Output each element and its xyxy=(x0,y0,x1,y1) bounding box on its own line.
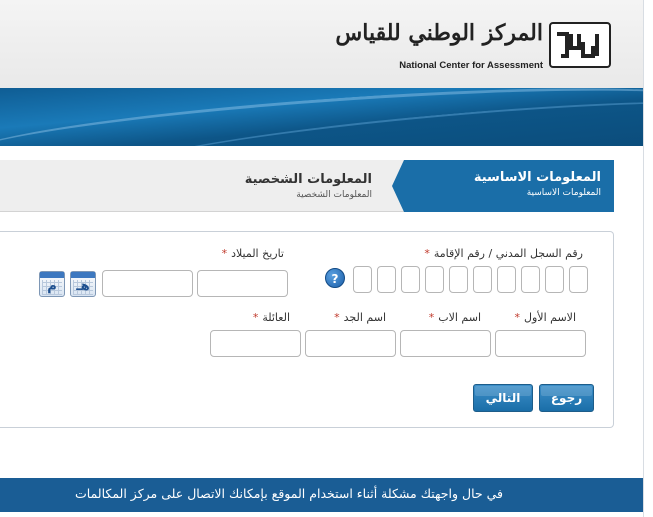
logo-english-text: National Center for Assessment xyxy=(399,60,543,71)
id-digit-input[interactable] xyxy=(377,266,396,293)
step-personal-info-subtitle: المعلومات الشخصية xyxy=(296,190,372,200)
required-mark: * xyxy=(334,311,340,324)
dob-month-input[interactable] xyxy=(102,270,193,297)
id-digit-input[interactable] xyxy=(497,266,516,293)
dob-year-input[interactable] xyxy=(197,270,288,297)
back-button[interactable]: رجوع xyxy=(539,384,594,412)
help-icon[interactable]: ? xyxy=(325,268,345,288)
registration-page: المركز الوطني للقياس National Center for… xyxy=(0,0,643,517)
id-digit-input[interactable] xyxy=(401,266,420,293)
logo-arabic-text: المركز الوطني للقياس xyxy=(335,20,543,46)
nca-logo[interactable]: المركز الوطني للقياس National Center for… xyxy=(335,20,611,76)
required-mark: * xyxy=(221,247,228,260)
right-edge xyxy=(643,0,653,517)
step-basic-info-subtitle: المعلومات الاساسية xyxy=(526,188,601,198)
first-name-input[interactable] xyxy=(495,330,586,357)
site-header: المركز الوطني للقياس National Center for… xyxy=(0,0,643,88)
footer-notice: في حال واجهتك مشكلة أثناء استخدام الموقع… xyxy=(0,478,643,512)
qiyas-logo-mark-icon xyxy=(549,22,611,68)
gregorian-calendar-icon[interactable]: م xyxy=(39,271,65,297)
id-digit-input[interactable] xyxy=(425,266,444,293)
family-name-input[interactable] xyxy=(210,330,301,357)
grandfather-name-label: اسم الجد* xyxy=(334,311,386,324)
required-mark: * xyxy=(424,247,430,260)
grandfather-name-input[interactable] xyxy=(305,330,396,357)
id-digit-input[interactable] xyxy=(473,266,492,293)
required-mark: * xyxy=(428,311,435,324)
dob-label: تاريخ الميلاد* xyxy=(221,247,284,260)
next-button[interactable]: التالي xyxy=(473,384,533,412)
hijri-calendar-icon[interactable]: هـ xyxy=(70,271,96,297)
first-name-label: الاسم الأول* xyxy=(514,311,577,324)
step-personal-info-title: المعلومات الشخصية xyxy=(244,172,372,187)
id-digit-input[interactable] xyxy=(449,266,468,293)
wizard-steps: المعلومات الاساسية المعلومات الاساسية ال… xyxy=(0,160,614,212)
id-digit-input[interactable] xyxy=(353,266,372,293)
required-mark: * xyxy=(514,311,521,324)
id-digit-input[interactable] xyxy=(569,266,588,293)
header-banner xyxy=(0,88,643,146)
step-basic-info[interactable]: المعلومات الاساسية المعلومات الاساسية xyxy=(392,160,614,212)
father-name-input[interactable] xyxy=(400,330,491,357)
id-digit-input[interactable] xyxy=(521,266,540,293)
required-mark: * xyxy=(252,311,259,324)
id-digit-input[interactable] xyxy=(545,266,564,293)
id-number-label: رقم السجل المدني / رقم الإقامة* xyxy=(424,247,583,260)
father-name-label: اسم الاب* xyxy=(428,311,481,324)
family-name-label: العائلة* xyxy=(252,311,290,324)
step-basic-info-title: المعلومات الاساسية xyxy=(473,170,601,185)
step-personal-info[interactable]: المعلومات الشخصية المعلومات الشخصية xyxy=(245,160,372,212)
